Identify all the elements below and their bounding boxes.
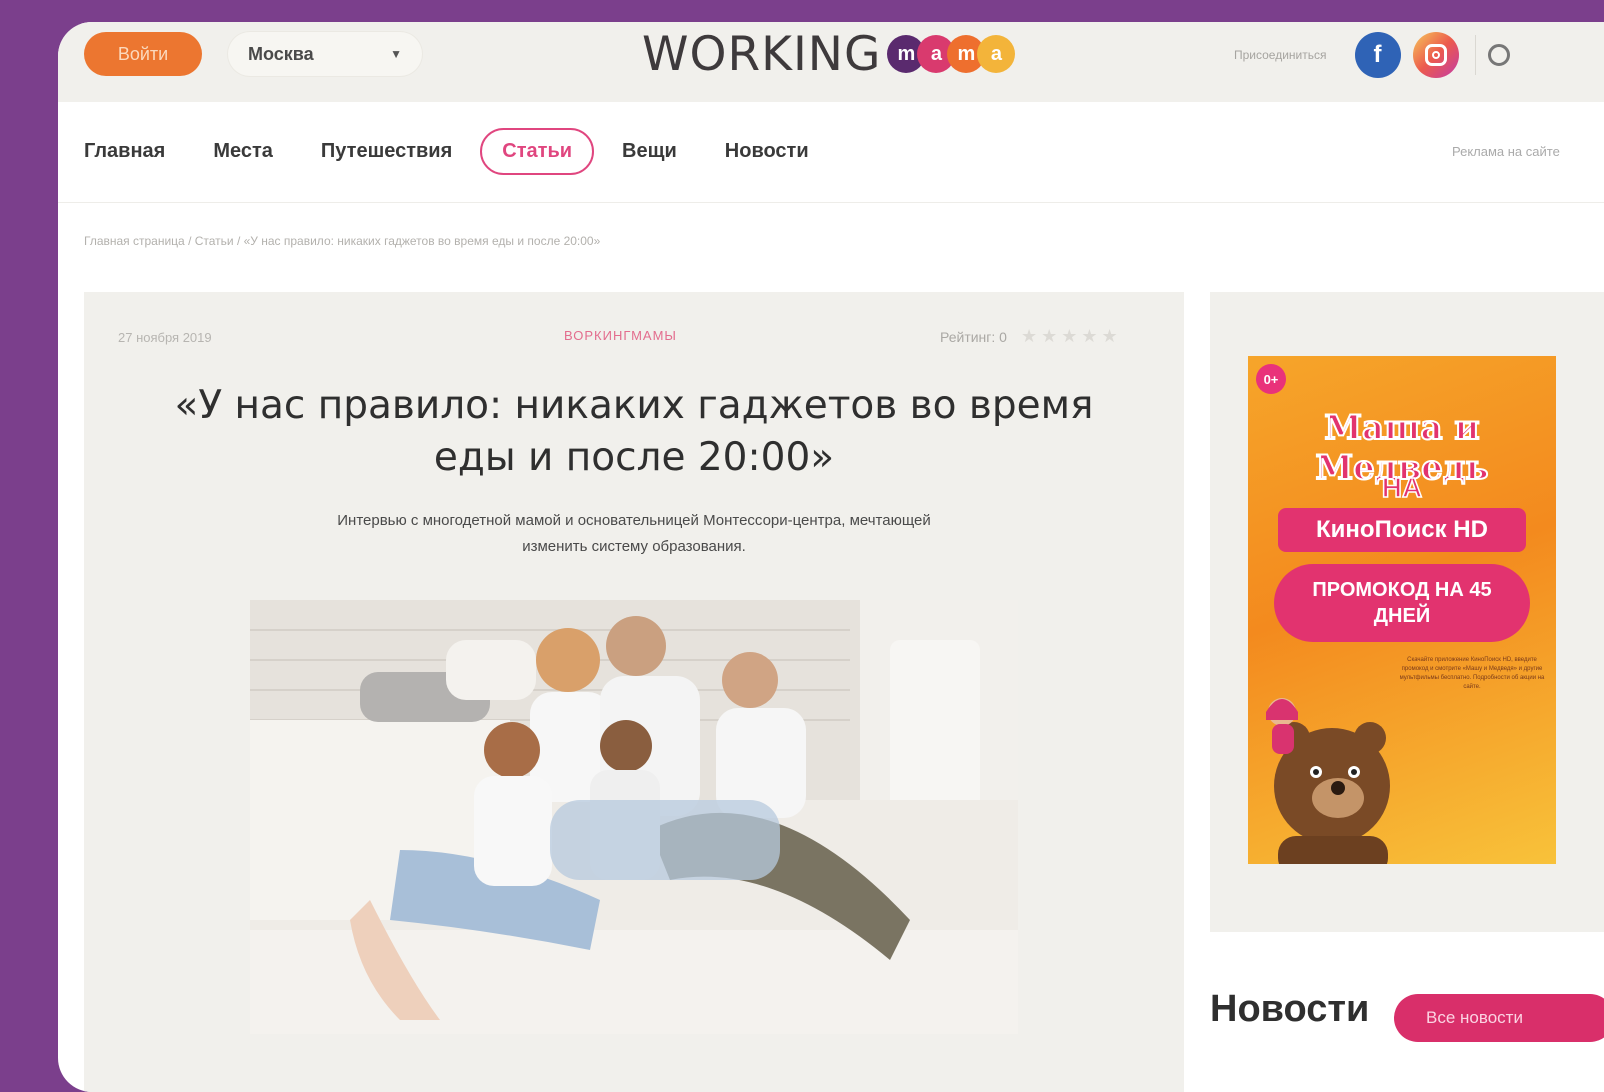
rating-stars[interactable]: ★ ★ ★ ★ ★ (1021, 326, 1122, 347)
ad-na: НА (1381, 471, 1423, 504)
article-category[interactable]: ВОРКИНГМАМЫ (564, 328, 677, 343)
nav-item-articles[interactable]: Статьи (480, 127, 595, 175)
ad-promo-button[interactable]: ПРОМОКОД НА 45 ДНЕЙ (1274, 564, 1530, 642)
article-card: 27 ноября 2019 ВОРКИНГМАМЫ Рейтинг: 0 ★ … (84, 292, 1184, 1092)
header-actions: Присоединиться f (1234, 30, 1510, 80)
article-photo (250, 600, 1018, 1034)
instagram-icon[interactable] (1412, 32, 1459, 78)
nav-item-travel[interactable]: Путешествия (321, 140, 452, 163)
news-heading: Новости (1210, 988, 1370, 1030)
logo-dot: a (977, 35, 1016, 73)
site-header: Войти Москва ▼ WORKING m a m a Присоедин… (58, 22, 1604, 103)
all-news-button[interactable]: Все новости (1394, 994, 1604, 1042)
nav-items: Главная Места Путешествия Статьи Вещи Но… (84, 126, 857, 176)
star-icon[interactable]: ★ (1061, 326, 1077, 347)
star-icon[interactable]: ★ (1041, 326, 1057, 347)
search-icon[interactable] (1487, 44, 1510, 66)
star-icon[interactable]: ★ (1102, 326, 1118, 347)
bear-illustration (1266, 698, 1390, 864)
join-link[interactable]: Присоединиться (1234, 48, 1327, 62)
article-title: «У нас правило: никаких гаджетов во врем… (174, 383, 1094, 480)
logo-dots: m a m a (887, 35, 1016, 73)
facebook-icon[interactable]: f (1354, 32, 1401, 78)
logo-text: WORKING (642, 26, 882, 82)
login-button[interactable]: Войти (84, 32, 202, 76)
sidebar-ad: 0+ Маша и Медведь НА КиноПоиск HD ПРОМОК… (1210, 292, 1604, 932)
breadcrumb[interactable]: Главная страница / Статьи / «У нас прави… (84, 234, 600, 248)
ad-service: КиноПоиск HD (1278, 508, 1526, 552)
star-icon[interactable]: ★ (1081, 326, 1097, 347)
article-date: 27 ноября 2019 (118, 330, 212, 345)
facebook-glyph: f (1373, 41, 1382, 68)
nav-item-home[interactable]: Главная (84, 140, 165, 163)
article-lead: Интервью с многодетной мамой и основател… (337, 512, 931, 555)
nav-item-things[interactable]: Вещи (622, 140, 677, 163)
ad-fine-print: Скачайте приложение КиноПоиск HD, введит… (1399, 657, 1545, 690)
main-nav: Главная Места Путешествия Статьи Вещи Но… (58, 102, 1604, 203)
rating-label: Рейтинг: 0 (940, 328, 1007, 345)
star-icon[interactable]: ★ (1021, 326, 1037, 347)
divider (1474, 35, 1476, 75)
browser-window: Войти Москва ▼ WORKING m a m a Присоедин… (58, 22, 1604, 1092)
chevron-down-icon: ▼ (390, 47, 402, 61)
nav-item-news[interactable]: Новости (725, 140, 809, 163)
ad-link[interactable]: Реклама на сайте (1452, 144, 1560, 159)
age-rating-badge: 0+ (1256, 364, 1286, 394)
article-rating: Рейтинг: 0 ★ ★ ★ ★ ★ (940, 326, 1122, 347)
city-select[interactable]: Москва ▼ (228, 32, 422, 76)
site-logo[interactable]: WORKING m a m a (642, 26, 1016, 82)
ad-banner[interactable]: 0+ Маша и Медведь НА КиноПоиск HD ПРОМОК… (1248, 356, 1556, 864)
ad-promo-label: ПРОМОКОД НА 45 ДНЕЙ (1312, 579, 1492, 627)
city-select-value: Москва (248, 43, 314, 64)
nav-item-places[interactable]: Места (213, 140, 273, 163)
